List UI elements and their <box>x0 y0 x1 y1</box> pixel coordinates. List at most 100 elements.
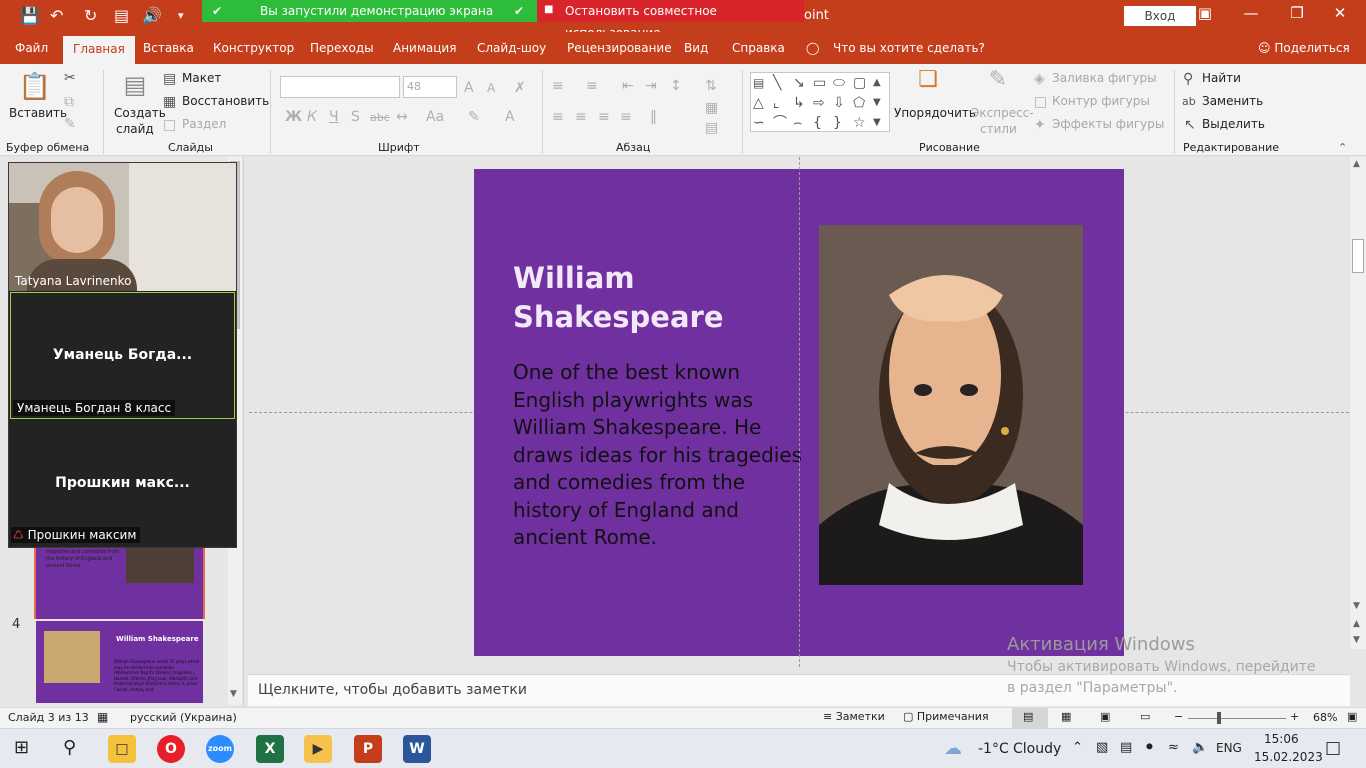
triangle-shape-icon[interactable]: △ <box>753 95 764 111</box>
reset-button[interactable]: Восстановить <box>182 94 269 108</box>
normal-view-button[interactable]: ▤ <box>1012 708 1048 728</box>
line-spacing-icon[interactable]: ↕ <box>670 78 682 94</box>
paste-button[interactable]: Вставить <box>9 106 67 120</box>
opera-icon[interactable]: O <box>157 735 185 763</box>
smartart-icon[interactable]: ▤ <box>705 120 718 136</box>
right-brace-shape-icon[interactable]: } <box>833 115 842 131</box>
comments-toggle[interactable]: ▢ Примечания <box>903 710 989 723</box>
columns-icon[interactable]: ‖ <box>650 109 657 125</box>
stop-share-button[interactable]: ■ Остановить совместное использование <box>537 0 804 40</box>
elbow-shape-icon[interactable]: ↳ <box>793 95 805 111</box>
zoom-tray-icon[interactable]: ▤ <box>1120 740 1132 755</box>
scroll-down-icon[interactable]: ▼ <box>230 689 237 699</box>
tab-home[interactable]: Главная <box>63 36 135 64</box>
paste-icon[interactable]: 📋 <box>18 70 52 104</box>
copy-icon[interactable]: ⧉ <box>64 94 74 110</box>
new-slide-icon[interactable]: ▤ <box>120 70 150 100</box>
sign-in-button[interactable]: Вход <box>1124 6 1196 26</box>
restore-icon[interactable]: ❐ <box>1282 4 1312 22</box>
tab-insert[interactable]: Вставка <box>143 41 194 55</box>
text-direction-icon[interactable]: ⇅ <box>705 78 717 94</box>
tab-review[interactable]: Рецензирование <box>567 41 672 55</box>
gallery-more-icon[interactable]: ▼ <box>873 115 881 131</box>
redo-icon[interactable]: ↻ <box>84 6 97 26</box>
font-family-select[interactable] <box>280 76 400 98</box>
microphone-icon[interactable]: ⚫ <box>1144 740 1155 755</box>
font-size-select[interactable]: 48 <box>403 76 457 98</box>
slideshow-view-icon[interactable]: ▭ <box>1140 710 1150 723</box>
tell-me-search[interactable]: Что вы хотите сделать? <box>833 41 985 55</box>
clear-format-icon[interactable]: ✗ <box>514 80 526 96</box>
shapes-gallery[interactable]: ▤ ╲ ↘ ▭ ⬭ ▢ △ ⌞ ↳ ⇨ ⇩ ⬠ ∽ ⌒ ⌢ { } ☆ ▲ ▼ … <box>750 72 890 132</box>
notes-toggle[interactable]: ≡ Заметки <box>823 710 885 723</box>
language-switcher[interactable]: ENG <box>1216 741 1242 755</box>
gallery-up-icon[interactable]: ▲ <box>873 75 881 91</box>
format-painter-icon[interactable]: ✎ <box>64 116 76 132</box>
find-button[interactable]: Найти <box>1202 71 1241 85</box>
quick-styles-button[interactable]: Экспресс- <box>971 106 1034 120</box>
close-icon[interactable]: ✕ <box>1325 4 1355 22</box>
pentagon-shape-icon[interactable]: ⬠ <box>853 95 865 111</box>
highlight-icon[interactable]: ✎ <box>468 109 480 125</box>
arrow-line-shape-icon[interactable]: ↘ <box>793 75 805 91</box>
bold-button[interactable]: Ж <box>285 109 302 125</box>
select-button[interactable]: Выделить <box>1202 117 1265 131</box>
tab-slideshow[interactable]: Слайд-шоу <box>477 41 546 55</box>
tab-view[interactable]: Вид <box>684 41 708 55</box>
scroll-up-icon[interactable]: ▲ <box>1353 159 1360 169</box>
customize-qat-icon[interactable]: ▾ <box>178 6 184 26</box>
next-slide-icon[interactable]: ▼ <box>1353 635 1360 645</box>
zoom-in-icon[interactable]: + <box>1290 710 1299 723</box>
line-shape-icon[interactable]: ╲ <box>773 75 781 91</box>
tab-design[interactable]: Конструктор <box>213 41 294 55</box>
minimize-icon[interactable]: — <box>1236 4 1266 22</box>
search-icon[interactable]: ⚲ <box>63 737 76 758</box>
slideshow-from-start-icon[interactable]: ▤ <box>114 6 129 26</box>
undo-icon[interactable]: ↶ <box>50 6 63 26</box>
zoom-out-icon[interactable]: − <box>1174 710 1183 723</box>
align-left-icon[interactable]: ≡ <box>552 109 564 125</box>
excel-icon[interactable]: X <box>256 735 284 763</box>
slide-title[interactable]: William Shakespeare <box>513 259 773 337</box>
video-player-icon[interactable]: ▶ <box>304 735 332 763</box>
slide-thumbnail-4[interactable]: William Shakespeare William Shakespeare … <box>34 619 205 705</box>
gallery-down-icon[interactable]: ▼ <box>873 95 881 111</box>
tab-file[interactable]: Файл <box>15 41 48 55</box>
rectangle-shape-icon[interactable]: ▭ <box>813 75 826 91</box>
increase-indent-icon[interactable]: ⇥ <box>645 78 657 94</box>
shape-effects-button[interactable]: Эффекты фигуры <box>1052 117 1164 131</box>
spellcheck-icon[interactable]: ▦ <box>97 710 108 724</box>
decrease-indent-icon[interactable]: ⇤ <box>622 78 634 94</box>
clock-date[interactable]: 15.02.2023 <box>1254 750 1323 764</box>
underline-button[interactable]: Ч <box>329 109 339 125</box>
char-spacing-icon[interactable]: ↔ <box>396 109 408 125</box>
word-icon[interactable]: W <box>403 735 431 763</box>
rounded-rect-shape-icon[interactable]: ▢ <box>853 75 866 91</box>
zoom-slider-thumb[interactable] <box>1217 712 1221 724</box>
tray-expand-icon[interactable]: ⌃ <box>1072 740 1083 755</box>
main-scroll-thumb[interactable] <box>1352 239 1364 273</box>
numbering-icon[interactable]: ≡ <box>586 78 598 94</box>
shape-outline-button[interactable]: Контур фигуры <box>1052 94 1150 108</box>
ribbon-display-icon[interactable]: ▣ <box>1190 4 1220 22</box>
shadow-button[interactable]: S <box>351 109 360 125</box>
wifi-icon[interactable]: ≈ <box>1168 740 1179 755</box>
star-shape-icon[interactable]: ☆ <box>853 115 866 131</box>
down-arrow-shape-icon[interactable]: ⇩ <box>833 95 845 111</box>
arrange-button[interactable]: Упорядочить <box>894 106 976 120</box>
file-explorer-icon[interactable]: □ <box>108 735 136 763</box>
align-right-icon[interactable]: ≡ <box>598 109 610 125</box>
powerpoint-icon[interactable]: P <box>354 735 382 763</box>
notes-placeholder[interactable]: Щелкните, чтобы добавить заметки <box>258 682 527 698</box>
participant-video-1[interactable]: Tatyana Lavrinenko <box>9 163 236 291</box>
arc-shape-icon[interactable]: ⌢ <box>793 115 802 131</box>
windows-start-icon[interactable]: ⊞ <box>14 737 29 758</box>
left-brace-shape-icon[interactable]: { <box>813 115 822 131</box>
section-button[interactable]: Раздел <box>182 117 226 131</box>
main-scrollbar[interactable]: ▲ ▼ ▲ ▼ <box>1350 157 1366 649</box>
cut-icon[interactable]: ✂ <box>64 70 76 86</box>
freeform-shape-icon[interactable]: ∽ <box>753 115 765 131</box>
audio-icon[interactable]: 🔊 <box>142 6 162 26</box>
arrange-icon[interactable]: ❏ <box>913 69 943 100</box>
italic-button[interactable]: К <box>307 109 317 125</box>
